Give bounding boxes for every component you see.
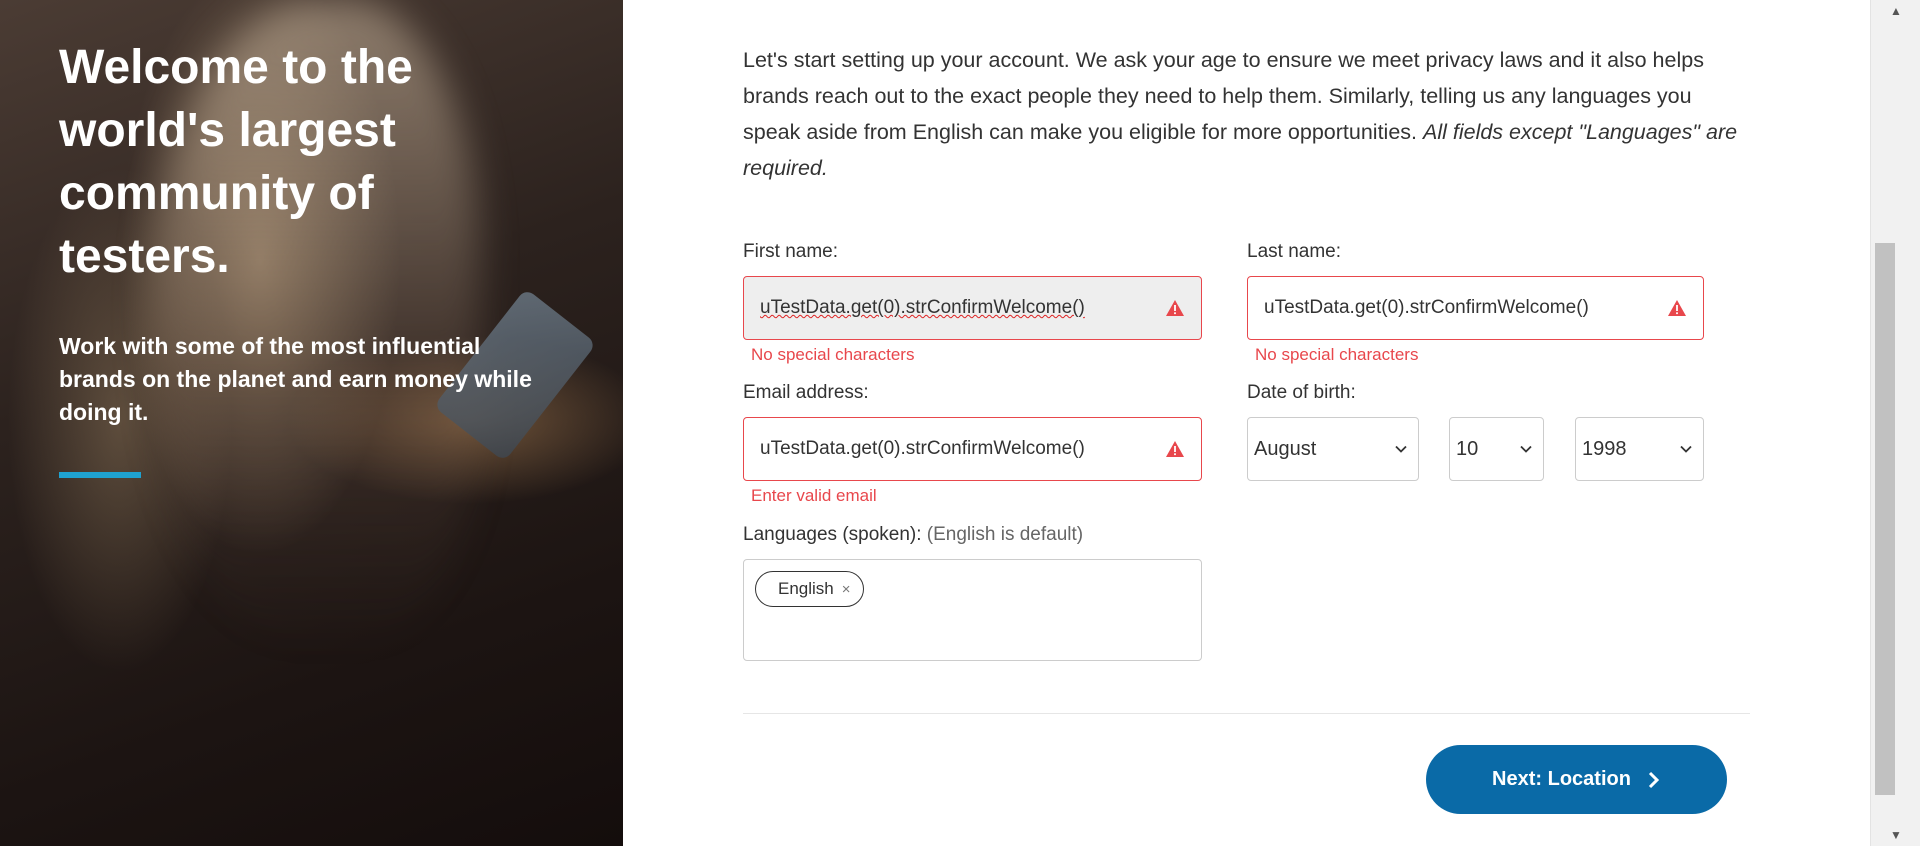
last-name-field[interactable]: uTestData.get(0).strConfirmWelcome() — [1247, 276, 1704, 340]
warning-triangle-icon — [1166, 441, 1184, 457]
dob-day-select[interactable]: 10 — [1449, 417, 1544, 481]
next-button-label: Next: Location — [1492, 768, 1631, 790]
dob-year-select[interactable]: 1998 — [1575, 417, 1704, 481]
languages-input[interactable]: English × — [743, 559, 1202, 661]
last-name-label: Last name: — [1247, 241, 1341, 262]
language-chip-english: English × — [755, 571, 864, 607]
languages-hint: (English is default) — [926, 524, 1084, 545]
first-name-field[interactable]: uTestData.get(0).strConfirmWelcome() — [743, 276, 1202, 340]
chevron-down-icon — [1520, 445, 1532, 453]
dob-year-value: 1998 — [1582, 437, 1627, 460]
language-chip-label: English — [778, 579, 834, 598]
chevron-down-icon — [1680, 445, 1692, 453]
email-field[interactable]: uTestData.get(0).strConfirmWelcome() — [743, 417, 1202, 481]
remove-chip-icon[interactable]: × — [842, 581, 851, 598]
chevron-down-icon — [1395, 445, 1407, 453]
scroll-down-arrow-icon[interactable]: ▼ — [1871, 824, 1920, 846]
first-name-label: First name: — [743, 241, 839, 262]
hero-accent-bar — [59, 472, 141, 478]
intro-text: Let's start setting up your account. We … — [743, 42, 1743, 186]
scroll-up-arrow-icon[interactable]: ▲ — [1871, 0, 1920, 22]
scroll-thumb[interactable] — [1875, 243, 1895, 795]
last-name-error: No special characters — [1255, 345, 1419, 364]
form-divider — [743, 713, 1750, 714]
dob-month-select[interactable]: August — [1247, 417, 1419, 481]
email-error: Enter valid email — [751, 486, 877, 505]
first-name-value: uTestData.get(0).strConfirmWelcome() — [760, 297, 1085, 318]
chevron-right-icon — [1648, 771, 1660, 788]
email-value: uTestData.get(0).strConfirmWelcome() — [760, 438, 1085, 459]
warning-triangle-icon — [1166, 300, 1184, 316]
hero-subtitle: Work with some of the most influential b… — [59, 333, 532, 425]
dob-day-value: 10 — [1456, 437, 1479, 460]
languages-label-text: Languages (spoken): — [743, 524, 922, 545]
first-name-error: No special characters — [751, 345, 915, 364]
next-location-button[interactable]: Next: Location — [1426, 745, 1727, 814]
warning-triangle-icon — [1668, 300, 1686, 316]
email-label: Email address: — [743, 382, 869, 403]
languages-label: Languages (spoken): (English is default) — [743, 524, 1083, 546]
hero-panel: Welcome to the world's largest community… — [0, 0, 623, 846]
dob-label: Date of birth: — [1247, 382, 1356, 403]
hero-title: Welcome to the world's largest community… — [59, 41, 413, 283]
page-scrollbar[interactable]: ▲ ▼ — [1870, 0, 1920, 846]
dob-month-value: August — [1254, 437, 1317, 460]
last-name-value: uTestData.get(0).strConfirmWelcome() — [1264, 297, 1589, 318]
